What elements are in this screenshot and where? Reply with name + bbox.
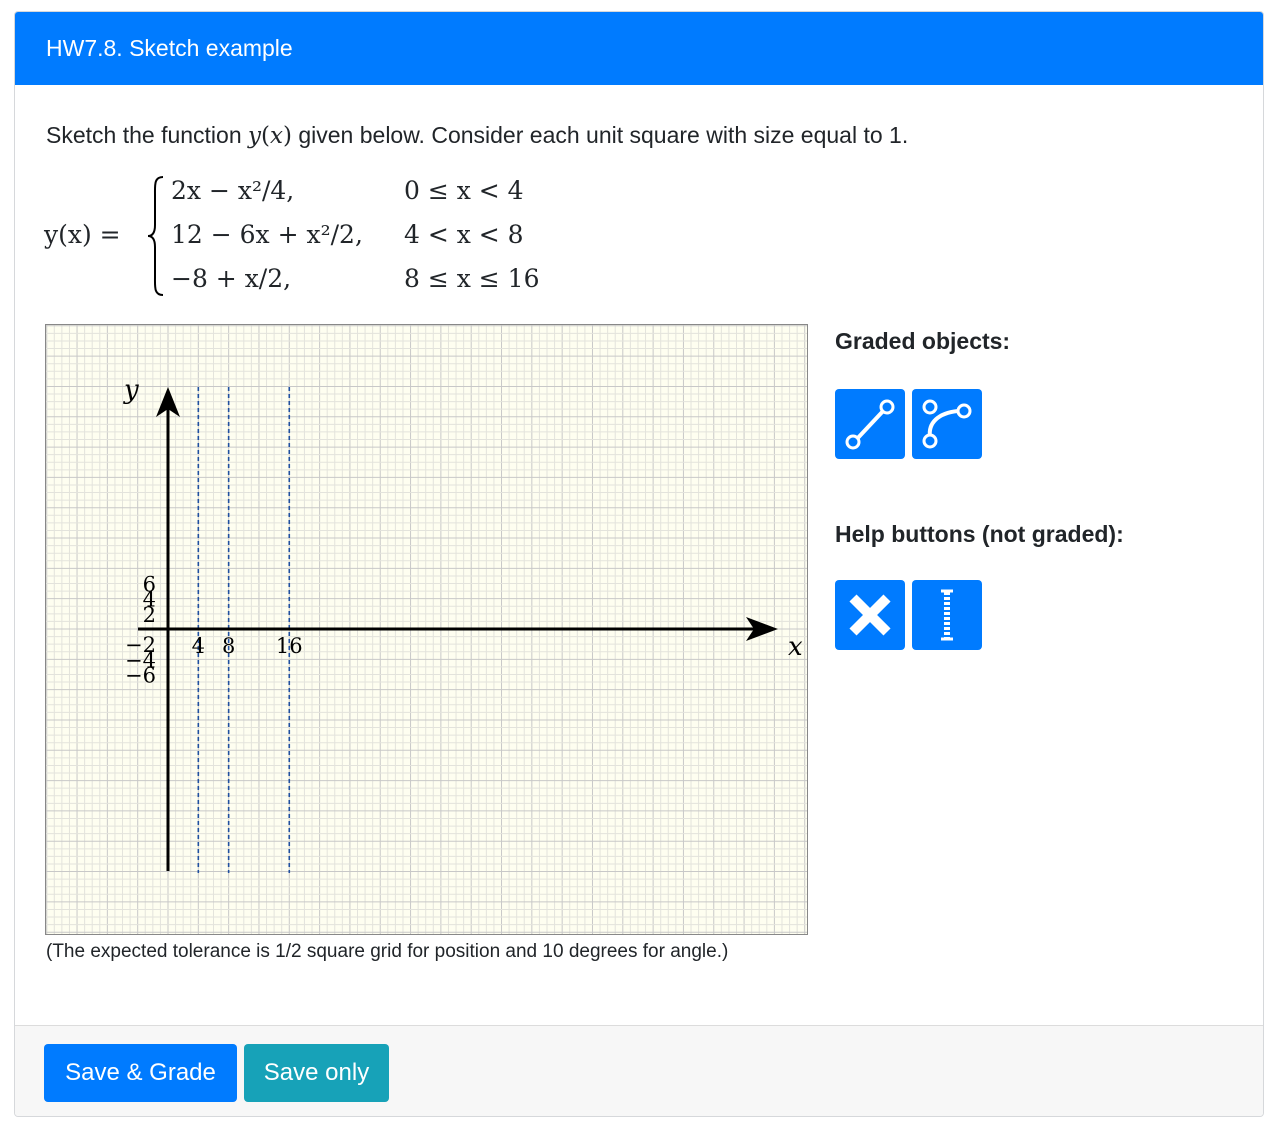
card-footer: Save & Grade Save only: [15, 1025, 1263, 1116]
prompt-text-before: Sketch the function: [46, 122, 242, 148]
spline-curve-tool-button[interactable]: [912, 389, 982, 459]
prompt-text-after: given below. Consider each unit square w…: [298, 122, 909, 148]
piece-2-expression: 12 − 6x + x²/2,: [171, 220, 363, 249]
prompt-function-name: y(x): [248, 123, 292, 149]
piecewise-equation: y(x) = 2x − x²/4, 0 ≤ x < 4 12 − 6x + x²…: [44, 172, 604, 302]
piece-3-condition: 8 ≤ x ≤ 16: [404, 264, 540, 293]
sketch-canvas[interactable]: x y 4 8 16 6 4 2 −2 −4 −6: [45, 324, 808, 935]
sketch-plot[interactable]: x y 4 8 16642−2−4−6: [46, 325, 807, 934]
y-tick-label: −6: [125, 663, 156, 687]
question-prompt: Sketch the function y(x) given below. Co…: [46, 118, 908, 153]
vertical-guide-icon: [941, 589, 953, 641]
piece-1-condition: 0 ≤ x < 4: [404, 176, 524, 205]
piece-3-expression: −8 + x/2,: [171, 264, 292, 293]
question-title: HW7.8. Sketch example: [15, 12, 1263, 85]
piece-2-condition: 4 < x < 8: [404, 220, 524, 249]
graded-objects-heading: Graded objects:: [835, 328, 1011, 354]
question-card: HW7.8. Sketch example Sketch the functio…: [14, 11, 1264, 1117]
tolerance-note: (The expected tolerance is 1/2 square gr…: [46, 941, 729, 962]
x-tick-label: 16: [276, 634, 303, 658]
piece-1-expression: 2x − x²/4,: [171, 176, 295, 205]
delete-tool-button[interactable]: [835, 580, 905, 650]
y-axis-label: y: [123, 375, 139, 405]
line-segment-icon: [845, 399, 895, 450]
x-axis-label: x: [788, 632, 803, 662]
left-brace: [147, 176, 164, 296]
axes: x y: [123, 375, 803, 871]
help-buttons-heading: Help buttons (not graded):: [835, 521, 1124, 547]
equation-lhs: y(x) =: [44, 220, 121, 249]
line-segment-tool-button[interactable]: [835, 389, 905, 459]
y-tick-label: 2: [143, 603, 156, 627]
delete-x-icon: [849, 594, 891, 636]
save-only-button[interactable]: Save only: [244, 1044, 389, 1102]
x-tick-label: 4: [192, 634, 205, 658]
x-tick-label: 8: [222, 634, 235, 658]
spline-curve-icon: [922, 399, 972, 449]
save-and-grade-button[interactable]: Save & Grade: [44, 1044, 237, 1102]
vertical-guide-tool-button[interactable]: [912, 580, 982, 650]
